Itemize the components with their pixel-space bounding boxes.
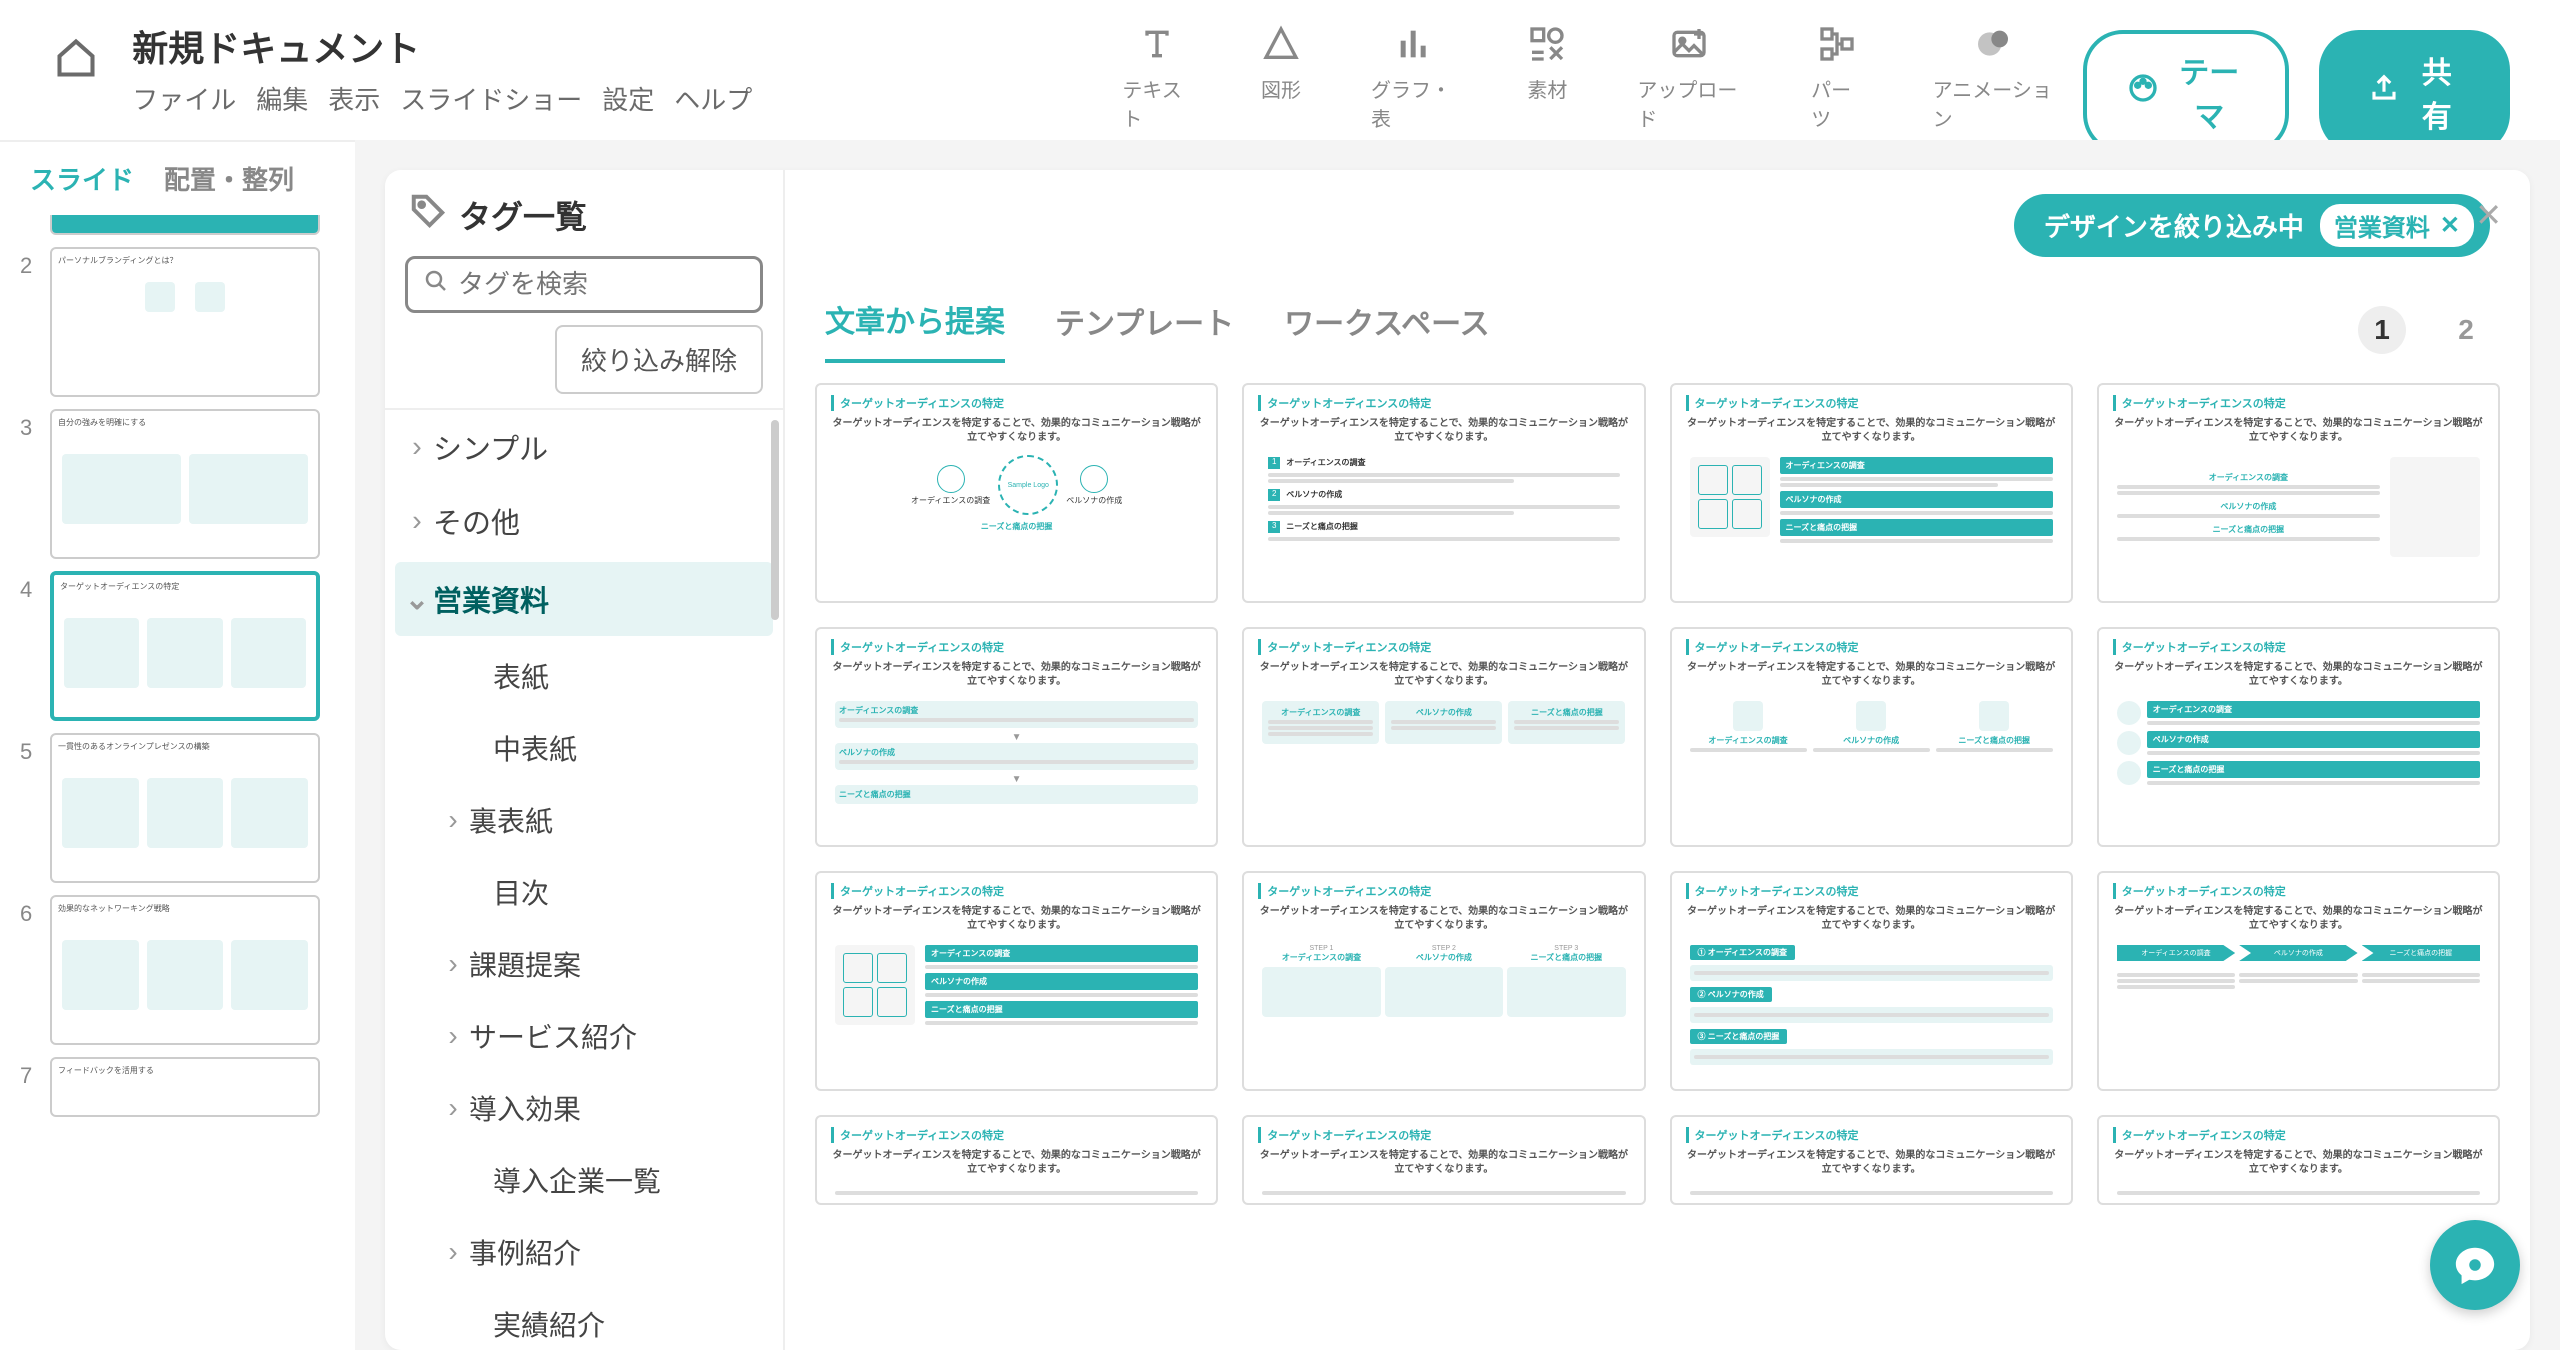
tag-sub-cases[interactable]: ›事例紹介 — [385, 1216, 783, 1288]
tag-sub-section[interactable]: 中表紙 — [385, 712, 783, 784]
chevron-right-icon: › — [441, 1020, 465, 1052]
filter-reset-button[interactable]: 絞り込み解除 — [555, 325, 763, 394]
chevron-right-icon: › — [441, 1236, 465, 1268]
menu-bar: ファイル 編集 表示 スライドショー 設定 ヘルプ — [132, 80, 752, 117]
toolbar: テキスト 図形 グラフ・表 素材 アップロード パーツ アニメーション — [1122, 20, 2053, 132]
slide-thumb-1[interactable]: ディングの作り方 — [50, 215, 320, 235]
menu-settings[interactable]: 設定 — [602, 80, 654, 117]
tab-suggest[interactable]: 文章から提案 — [825, 297, 1005, 363]
template-main: デザインを絞り込み中 営業資料 ✕ 文章から提案 テンプレート ワークスペース … — [785, 170, 2530, 1350]
template-grid[interactable]: ターゲットオーディエンスの特定ターゲットオーディエンスを特定することで、効果的な… — [815, 363, 2500, 1350]
tag-sub-issue[interactable]: ›課題提案 — [385, 928, 783, 1000]
tag-sub-clients[interactable]: 導入企業一覧 — [385, 1144, 783, 1216]
menu-file[interactable]: ファイル — [132, 80, 236, 117]
tag-sidebar: タグ一覧 絞り込み解除 ›シンプル ›その他 ⌄営業資料 表紙 中表紙 ›裏表紙… — [385, 170, 785, 1350]
animation-icon — [1973, 20, 2013, 68]
template-card[interactable]: ターゲットオーディエンスの特定ターゲットオーディエンスを特定することで、効果的な… — [1670, 871, 2073, 1091]
share-button[interactable]: 共有 — [2319, 30, 2510, 154]
slide-thumb-3[interactable]: 自分の強みを明確にする — [50, 409, 320, 559]
slide-thumb-7[interactable]: フィードバックを活用する — [50, 1057, 320, 1117]
sidebar-tab-slides[interactable]: スライド — [30, 160, 134, 197]
chevron-right-icon: › — [441, 804, 465, 836]
document-title[interactable]: 新規ドキュメント — [132, 20, 752, 72]
template-card[interactable]: ターゲットオーディエンスの特定ターゲットオーディエンスを特定することで、効果的な… — [1670, 383, 2073, 603]
tool-upload[interactable]: アップロード — [1637, 20, 1741, 132]
search-icon — [424, 269, 448, 300]
template-card[interactable]: ターゲットオーディエンスの特定ターゲットオーディエンスを特定することで、効果的な… — [815, 627, 1218, 847]
template-card[interactable]: ターゲットオーディエンスの特定ターゲットオーディエンスを特定することで、効果的な… — [1242, 627, 1645, 847]
tool-parts[interactable]: パーツ — [1811, 20, 1863, 132]
template-card[interactable]: ターゲットオーディエンスの特定ターゲットオーディエンスを特定することで、効果的な… — [815, 871, 1218, 1091]
filter-chip: デザインを絞り込み中 営業資料 ✕ — [2014, 194, 2490, 257]
template-card[interactable]: ターゲットオーディエンスの特定ターゲットオーディエンスを特定することで、効果的な… — [2097, 1115, 2500, 1205]
menu-view[interactable]: 表示 — [328, 80, 380, 117]
chat-fab[interactable] — [2430, 1220, 2520, 1310]
tool-text[interactable]: テキスト — [1122, 20, 1191, 132]
template-card[interactable]: ターゲットオーディエンスの特定ターゲットオーディエンスを特定することで、効果的な… — [2097, 383, 2500, 603]
tag-sub-cover[interactable]: 表紙 — [385, 640, 783, 712]
slide-thumb-4[interactable]: ターゲットオーディエンスの特定 — [50, 571, 320, 721]
page-1[interactable]: 1 — [2358, 306, 2406, 354]
chevron-right-icon: › — [441, 1092, 465, 1124]
slides-list[interactable]: ディングの作り方 2パーソナルブランディングとは？ 3自分の強みを明確にする 4… — [0, 215, 355, 1350]
template-card[interactable]: ターゲットオーディエンスの特定ターゲットオーディエンスを特定することで、効果的な… — [1670, 1115, 2073, 1205]
sidebar-tab-arrange[interactable]: 配置・整列 — [164, 160, 294, 197]
shape-icon — [1261, 20, 1301, 68]
slides-sidebar: スライド 配置・整列 ディングの作り方 2パーソナルブランディングとは？ 3自分… — [0, 140, 355, 1350]
tag-category-sales[interactable]: ⌄営業資料 — [395, 562, 773, 636]
tag-sub-results[interactable]: 実績紹介 — [385, 1288, 783, 1350]
close-icon[interactable]: ✕ — [2475, 196, 2502, 234]
menu-edit[interactable]: 編集 — [256, 80, 308, 117]
tag-search[interactable] — [405, 256, 763, 313]
chevron-right-icon: › — [405, 431, 429, 464]
tag-panel: ✕ タグ一覧 絞り込み解除 ›シンプル ›その他 ⌄営業資料 表紙 中表 — [385, 170, 2530, 1350]
template-card[interactable]: ターゲットオーディエンスの特定ターゲットオーディエンスを特定することで、効果的な… — [1242, 871, 1645, 1091]
upload-icon — [1669, 20, 1709, 68]
chevron-down-icon: ⌄ — [405, 582, 429, 617]
tag-sub-service[interactable]: ›サービス紹介 — [385, 1000, 783, 1072]
tag-category-other[interactable]: ›その他 — [385, 484, 783, 558]
scrollbar[interactable] — [771, 420, 779, 620]
template-card[interactable]: ターゲットオーディエンスの特定ターゲットオーディエンスを特定することで、効果的な… — [815, 1115, 1218, 1205]
template-card[interactable]: ターゲットオーディエンスの特定ターゲットオーディエンスを特定することで、効果的な… — [2097, 871, 2500, 1091]
assets-icon — [1527, 20, 1567, 68]
slide-thumb-2[interactable]: パーソナルブランディングとは？ — [50, 247, 320, 397]
template-card[interactable]: ターゲットオーディエンスの特定ターゲットオーディエンスを特定することで、効果的な… — [815, 383, 1218, 603]
tag-category-list[interactable]: ›シンプル ›その他 ⌄営業資料 表紙 中表紙 ›裏表紙 目次 ›課題提案 ›サ… — [385, 408, 783, 1350]
remove-tag-icon[interactable]: ✕ — [2440, 211, 2460, 240]
tool-shape[interactable]: 図形 — [1261, 20, 1301, 132]
template-card[interactable]: ターゲットオーディエンスの特定ターゲットオーディエンスを特定することで、効果的な… — [1242, 1115, 1645, 1205]
tag-sub-effect[interactable]: ›導入効果 — [385, 1072, 783, 1144]
chart-icon — [1394, 20, 1434, 68]
slide-thumb-6[interactable]: 効果的なネットワーキング戦略 — [50, 895, 320, 1045]
menu-help[interactable]: ヘルプ — [674, 80, 752, 117]
filter-tag-pill[interactable]: 営業資料 ✕ — [2320, 204, 2474, 247]
home-icon[interactable] — [50, 30, 102, 86]
tab-templates[interactable]: テンプレート — [1055, 299, 1234, 361]
text-icon — [1137, 20, 1177, 68]
tag-category-simple[interactable]: ›シンプル — [385, 410, 783, 484]
tag-sub-toc[interactable]: 目次 — [385, 856, 783, 928]
theme-button[interactable]: テーマ — [2083, 30, 2289, 154]
chevron-right-icon: › — [405, 505, 429, 538]
parts-icon — [1817, 20, 1857, 68]
tag-sub-backcover[interactable]: ›裏表紙 — [385, 784, 783, 856]
slide-thumb-5[interactable]: 一貫性のあるオンラインプレゼンスの構築 — [50, 733, 320, 883]
tool-chart[interactable]: グラフ・表 — [1371, 20, 1457, 132]
share-icon — [2369, 73, 2399, 111]
title-block: 新規ドキュメント ファイル 編集 表示 スライドショー 設定 ヘルプ — [132, 20, 752, 117]
chevron-right-icon: › — [441, 948, 465, 980]
tag-icon — [409, 192, 447, 238]
tag-panel-title: タグ一覧 — [459, 192, 587, 238]
page-2[interactable]: 2 — [2442, 306, 2490, 354]
tab-workspace[interactable]: ワークスペース — [1284, 299, 1490, 361]
menu-slideshow[interactable]: スライドショー — [400, 80, 582, 117]
template-card[interactable]: ターゲットオーディエンスの特定ターゲットオーディエンスを特定することで、効果的な… — [2097, 627, 2500, 847]
tag-search-input[interactable] — [458, 269, 744, 300]
template-card[interactable]: ターゲットオーディエンスの特定ターゲットオーディエンスを特定することで、効果的な… — [1242, 383, 1645, 603]
tool-animation[interactable]: アニメーション — [1933, 20, 2053, 132]
tool-assets[interactable]: 素材 — [1527, 20, 1567, 132]
template-card[interactable]: ターゲットオーディエンスの特定ターゲットオーディエンスを特定することで、効果的な… — [1670, 627, 2073, 847]
palette-icon — [2127, 72, 2159, 112]
